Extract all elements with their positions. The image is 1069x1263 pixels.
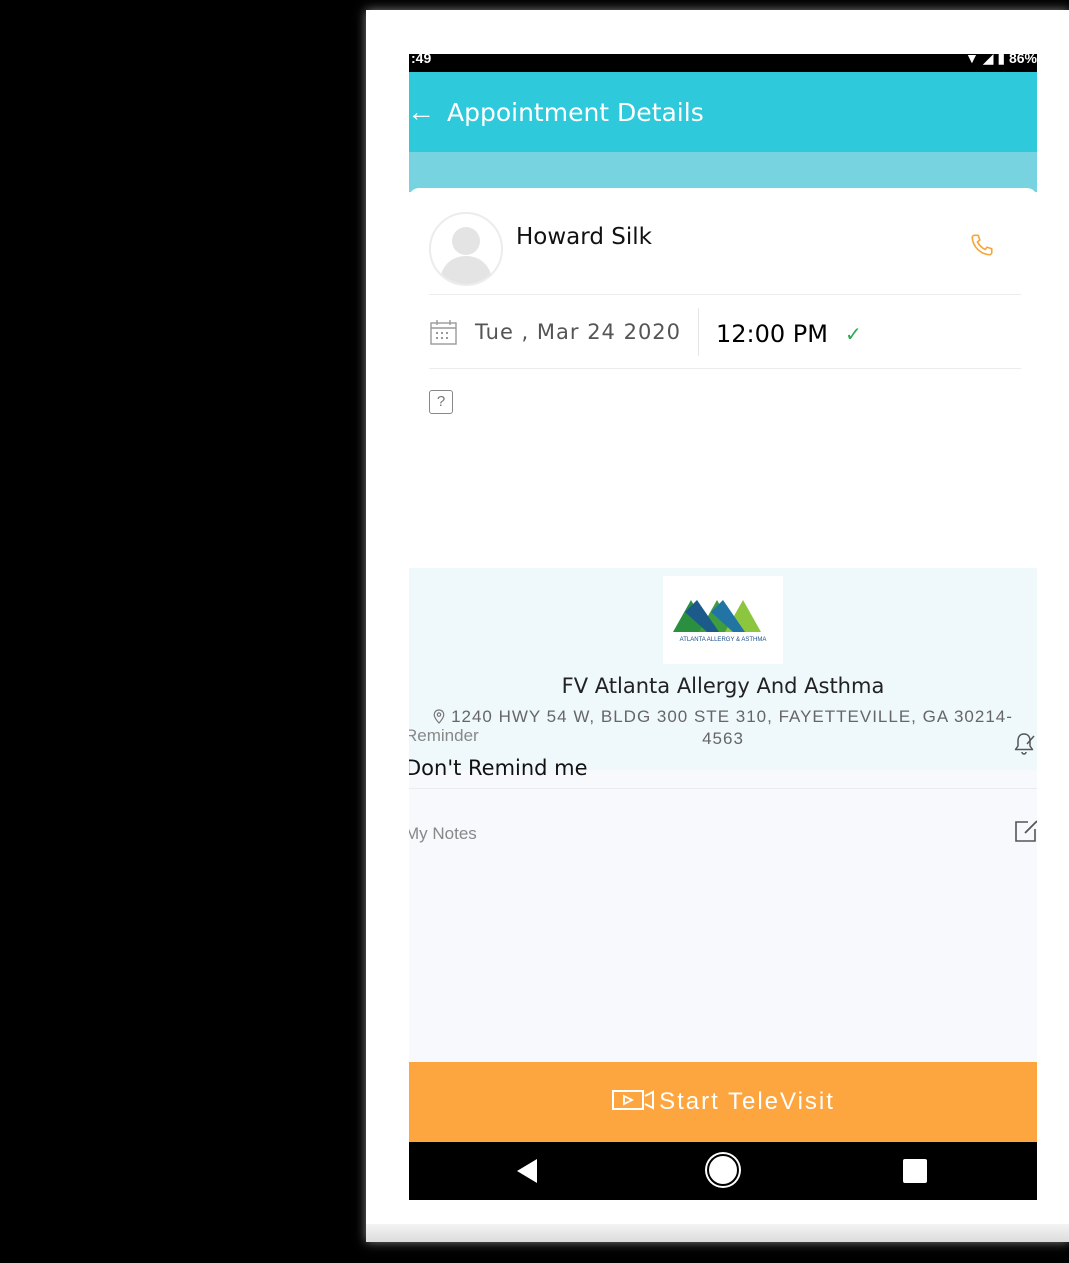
status-bar: :49 ▼ ◢ ▮ 86% [409,54,1037,72]
clinic-logo-text: ATLANTA ALLERGY & ASTHMA [679,637,767,643]
start-televisit-label: Start TeleVisit [659,1088,835,1115]
divider [429,294,1021,295]
calendar-icon [430,320,457,345]
appointment-date: Tue , Mar 24 2020 [475,320,682,344]
clinic-name: FV Atlanta Allergy And Asthma [561,674,885,698]
clinic-section: ATLANTA ALLERGY & ASTHMA FV Atlanta Alle… [409,568,1037,770]
vertical-divider [698,308,699,356]
clinic-address-text: 1240 HWY 54 W, BLDG 300 STE 310, FAYETTE… [451,707,1013,748]
appointment-time: 12:00 PM [716,320,828,348]
arrow-left-icon[interactable]: ← [409,98,435,126]
notes-label: My Notes [409,824,477,843]
avatar [429,212,503,286]
header-band [409,152,1037,192]
status-time: :49 [411,54,432,66]
divider [429,368,1021,369]
appointment-card: Howard Silk Tue , Mar 24 2020 12:00 PM ✓… [409,188,1037,770]
android-nav-bar [409,1142,1037,1200]
check-icon: ✓ [845,324,862,346]
clinic-logo: ATLANTA ALLERGY & ASTHMA [663,576,783,664]
edit-notes-icon[interactable] [1013,818,1037,844]
phone-icon[interactable] [969,232,995,258]
nav-home-icon[interactable] [707,1154,739,1186]
start-televisit-button[interactable]: Start TeleVisit [409,1062,1037,1142]
clinic-address: 1240 HWY 54 W, BLDG 300 STE 310, FAYETTE… [419,706,1027,750]
bell-edit-icon[interactable] [1011,730,1037,756]
provider-name: Howard Silk [516,224,652,250]
phone-screen: :49 ▼ ◢ ▮ 86% ← Appointment Details Howa… [409,54,1037,1200]
clinic-logo-mark [673,600,761,632]
nav-recent-icon[interactable] [903,1159,927,1183]
divider [409,788,1037,789]
app-bar: ← Appointment Details [409,72,1037,152]
location-pin-icon [433,709,445,724]
reminder-value: Don't Remind me [409,756,588,780]
status-icons: ▼ ◢ ▮ 86% [964,54,1037,66]
start-televisit-content: Start TeleVisit [409,1088,1037,1116]
nav-back-icon[interactable] [515,1158,539,1184]
user-silhouette-icon [439,227,493,284]
video-camera-icon [612,1090,655,1110]
question-icon[interactable]: ? [429,390,453,414]
page-title: Appointment Details [447,98,704,127]
reminder-label: Reminder [409,726,479,745]
